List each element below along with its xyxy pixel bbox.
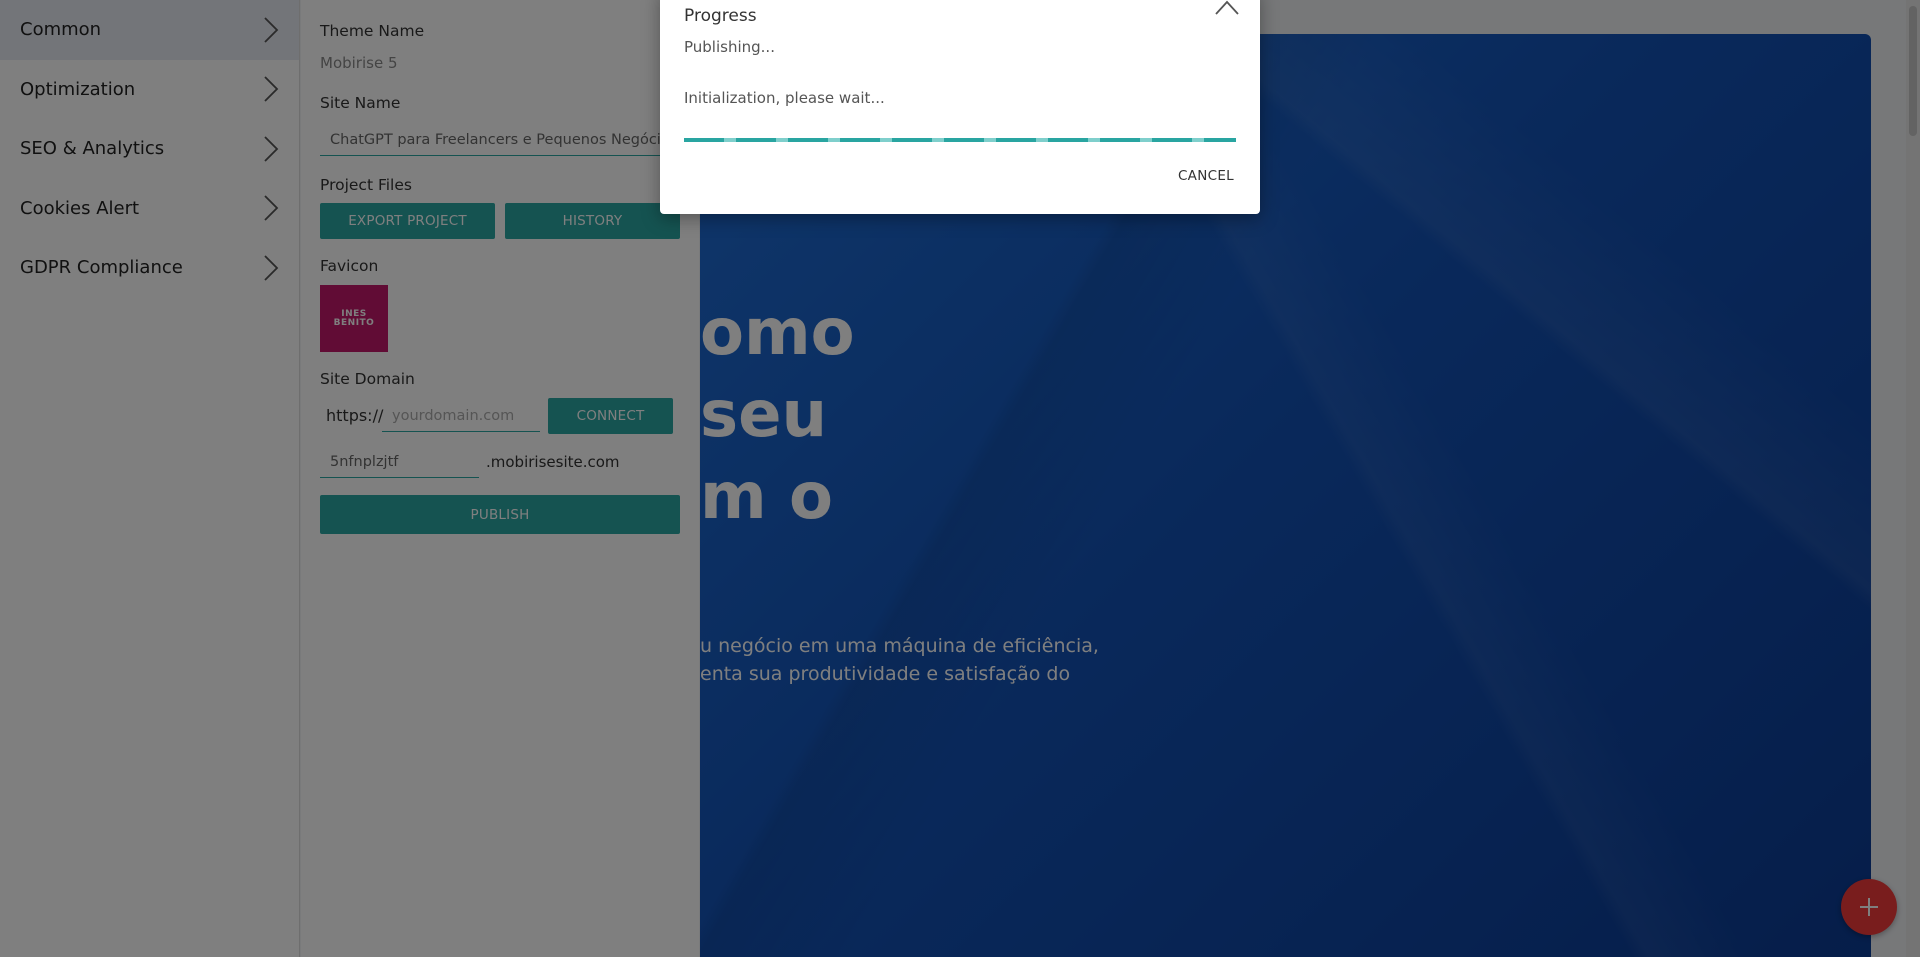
progress-dialog: Progress Publishing... Initialization, p… bbox=[660, 0, 1260, 214]
dialog-message: Initialization, please wait... bbox=[684, 89, 885, 107]
cancel-button[interactable]: CANCEL bbox=[1178, 168, 1234, 184]
chevron-up-icon bbox=[1215, 0, 1239, 15]
close-dialog-button[interactable] bbox=[1214, 0, 1240, 18]
progress-bar-fill bbox=[684, 138, 1236, 142]
dialog-title: Progress bbox=[684, 6, 757, 26]
progress-bar bbox=[684, 138, 1236, 142]
dialog-status: Publishing... bbox=[684, 38, 775, 56]
